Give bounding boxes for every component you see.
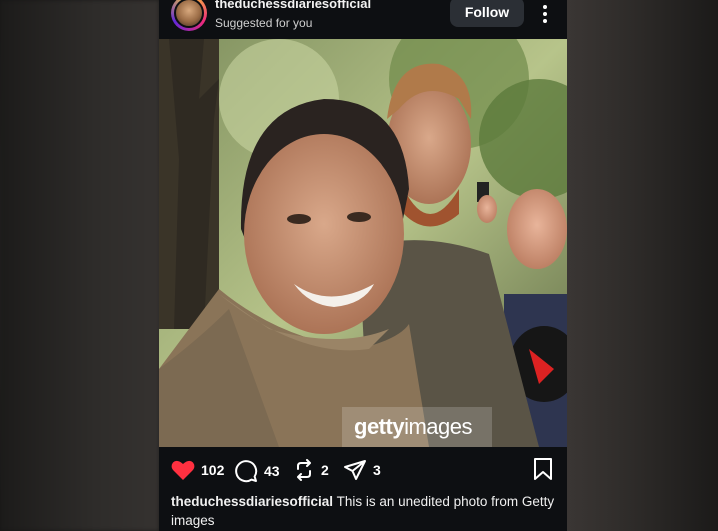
- watermark-suffix: images: [404, 414, 472, 439]
- post-card: theduchessdiariesofficial Suggested for …: [159, 0, 567, 531]
- heart-icon[interactable]: [171, 459, 195, 481]
- more-icon[interactable]: [537, 3, 553, 25]
- avatar[interactable]: [171, 0, 207, 31]
- getty-watermark: getty images: [342, 407, 492, 447]
- comment-icon[interactable]: [234, 459, 258, 483]
- share-action[interactable]: 3: [343, 459, 381, 481]
- caption-username[interactable]: theduchessdiariesofficial: [171, 494, 333, 509]
- background-right-panel: [567, 0, 718, 531]
- share-count: 3: [373, 462, 381, 478]
- share-icon[interactable]: [343, 459, 367, 481]
- username[interactable]: theduchessdiariesofficial: [215, 0, 371, 11]
- repost-icon[interactable]: [293, 459, 315, 481]
- comment-action[interactable]: 43: [234, 459, 280, 483]
- watermark-brand: getty: [354, 414, 405, 439]
- post-header: theduchessdiariesofficial Suggested for …: [159, 0, 567, 39]
- photo-illustration: [159, 39, 567, 447]
- action-bar: 102 43 2 3: [159, 447, 567, 493]
- repost-action[interactable]: 2: [293, 459, 329, 481]
- repost-count: 2: [321, 462, 329, 478]
- suggested-label: Suggested for you: [215, 16, 313, 30]
- avatar-image: [174, 0, 204, 28]
- background-left-panel: [0, 0, 159, 531]
- post-photo[interactable]: getty images: [159, 39, 567, 447]
- bookmark-icon[interactable]: [533, 458, 553, 480]
- comment-count: 43: [264, 463, 280, 479]
- like-count: 102: [201, 462, 225, 478]
- like-action[interactable]: 102: [171, 459, 224, 481]
- post-caption: theduchessdiariesofficial This is an une…: [171, 492, 556, 530]
- follow-button[interactable]: Follow: [450, 0, 524, 27]
